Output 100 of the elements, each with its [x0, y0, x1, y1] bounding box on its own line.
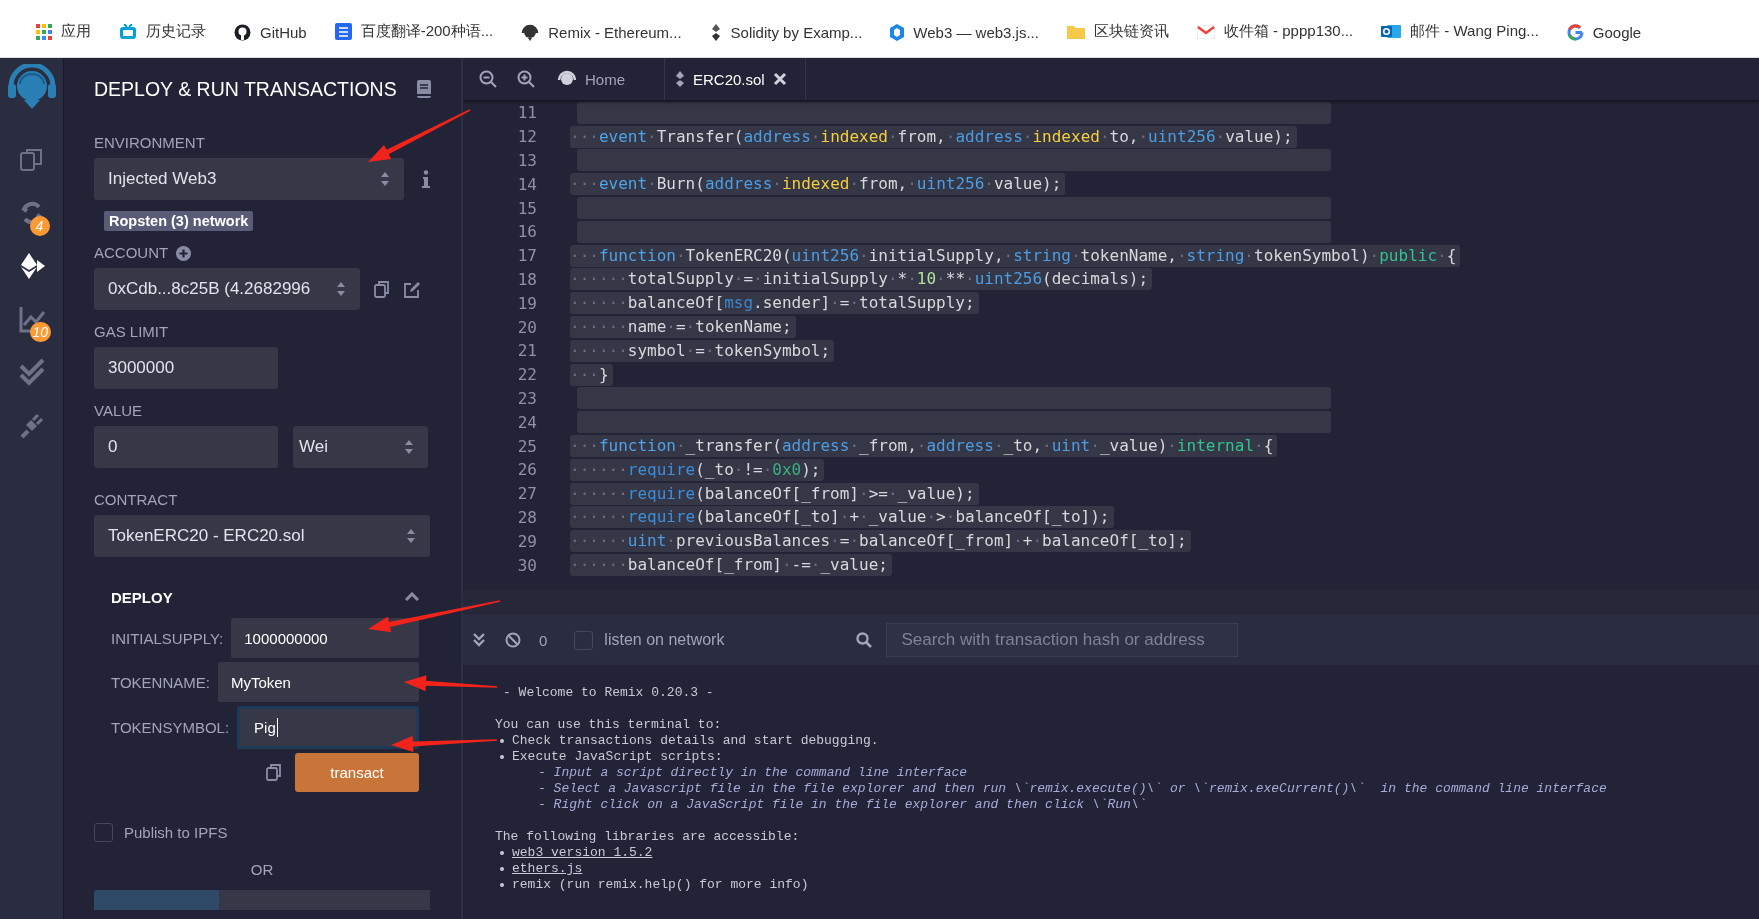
library-link[interactable]: ethers.js	[512, 861, 583, 877]
line-number: 20	[516, 317, 537, 337]
block-icon[interactable]	[505, 632, 521, 648]
close-icon[interactable]	[772, 72, 787, 86]
copy-icon[interactable]	[374, 280, 389, 298]
line-number: 18	[516, 269, 537, 289]
double-check-icon[interactable]	[17, 358, 46, 386]
book-icon[interactable]	[416, 80, 431, 98]
field-label: CONTRACT	[94, 491, 178, 509]
add-icon[interactable]	[176, 245, 192, 261]
account-select[interactable]: 0xCdb...8c25B (4.2682996	[94, 268, 360, 310]
count-badge: 10	[29, 322, 52, 342]
checkbox[interactable]	[574, 630, 594, 650]
panel-title: DEPLOY & RUN TRANSACTIONS	[94, 77, 397, 101]
line-number: 29	[516, 531, 537, 551]
bookmark-link[interactable]: Solidity by Examp...	[699, 22, 873, 43]
updown-icon	[406, 528, 416, 544]
bullet-icon	[500, 755, 504, 759]
grid-icon	[36, 23, 52, 40]
chevrons-down-icon[interactable]	[473, 633, 485, 647]
folder-icon	[1066, 24, 1085, 39]
terminal-text: remix (run remix.help() for more info)	[512, 877, 809, 893]
updown-icon	[380, 171, 390, 187]
terminal-text: Execute JavaScript scripts:	[512, 749, 723, 765]
param-label: TOKENSYMBOL:	[111, 719, 230, 736]
logo-icon	[5, 64, 58, 110]
bookmark-link[interactable]: 历史记录	[109, 20, 216, 43]
environment-select[interactable]: Injected Web3	[94, 158, 404, 200]
checkbox-label: Publish to IPFS	[124, 824, 228, 841]
welcome-text: - Welcome to Remix 0.20.3 -	[503, 685, 714, 701]
terminal-text: Check transactions details and start debugging.	[512, 733, 879, 749]
bookmark-link[interactable]: Web3 — web3.js...	[880, 22, 1049, 43]
line-number: 25	[516, 436, 537, 456]
library-link[interactable]: web3 version 1.5.2	[512, 845, 653, 861]
updown-icon	[336, 281, 346, 297]
bookmark-link[interactable]: 百度翻译-200种语...	[324, 20, 504, 43]
pending-count: 0	[539, 631, 548, 649]
line-number: 28	[516, 507, 537, 527]
bullet-icon	[500, 739, 504, 743]
input-field[interactable]: 3000000	[94, 347, 278, 389]
edit-icon[interactable]	[403, 280, 420, 298]
line-number: 21	[516, 341, 537, 361]
bookmark-link[interactable]: 应用	[26, 20, 101, 43]
bullet-icon	[500, 883, 504, 887]
field-label: ACCOUNT	[94, 244, 169, 262]
translate-icon	[334, 23, 352, 40]
field-label: ENVIRONMENT	[94, 134, 205, 152]
line-number: 19	[516, 293, 537, 313]
bookmark-link[interactable]: 邮件 - Wang Ping...	[1371, 20, 1549, 43]
bookmark-link[interactable]: GitHub	[224, 22, 317, 43]
checkbox[interactable]	[94, 823, 113, 842]
hexagon-icon	[890, 24, 905, 41]
copy-icon[interactable]	[266, 764, 281, 781]
input-field[interactable]: Pig	[237, 706, 419, 749]
search-icon[interactable]	[856, 632, 873, 648]
line-number: 13	[516, 151, 537, 170]
files-icon[interactable]	[18, 147, 45, 173]
terminal-text: You can use this terminal to:	[495, 717, 722, 733]
zoom-out-icon[interactable]	[479, 70, 497, 88]
param-label: TOKENNAME:	[111, 673, 210, 691]
input-field[interactable]: MyToken	[217, 662, 419, 702]
contract-select[interactable]: TokenERC20 - ERC20.sol	[94, 515, 430, 557]
separator-text: OR	[249, 861, 275, 878]
line-number: 14	[516, 174, 537, 194]
line-number: 22	[516, 365, 537, 385]
headset-icon	[557, 70, 577, 88]
zoom-in-icon[interactable]	[517, 70, 535, 88]
count-badge: 4	[29, 216, 50, 236]
bullet-icon	[500, 867, 504, 871]
diamond-icon	[709, 24, 722, 41]
network-badge: Ropsten (3) network	[104, 211, 254, 231]
param-label: INITIALSUPPLY:	[111, 629, 224, 647]
input-field[interactable]: 0	[94, 426, 278, 468]
bookmark-link[interactable]: Remix - Ethereum...	[511, 22, 692, 43]
editor-tab[interactable]: Home	[545, 58, 665, 100]
bookmark-link[interactable]: Google	[1556, 22, 1652, 43]
terminal-text: - Right click on a JavaScript file in the file explorer and then click \`Run\`	[538, 797, 1147, 813]
terminal-text: The following libraries are accessible:	[495, 829, 800, 845]
headset-icon	[521, 24, 540, 41]
input-field[interactable]: 1000000000	[231, 618, 419, 658]
address-field[interactable]	[219, 890, 430, 910]
checkbox-label: listen on network	[604, 631, 725, 649]
line-number: 30	[516, 555, 537, 575]
caret-up-icon[interactable]	[405, 592, 419, 602]
envelope-icon	[1381, 23, 1402, 40]
bookmark-link[interactable]: 收件箱 - pppp130...	[1186, 20, 1364, 43]
info-icon[interactable]	[422, 170, 430, 188]
line-number: 15	[516, 198, 537, 218]
line-number: 23	[516, 388, 537, 408]
terminal-text: - Select a Javascript file in the file explorer and then run \`remix.execute()\` or \`remix.exeCurrent()\` in the command line interface	[538, 781, 1607, 797]
terminal-text: - Input a script directly in the command line interface	[538, 765, 968, 781]
file-type-icon	[675, 71, 685, 87]
line-number: 17	[516, 246, 537, 266]
field-label: VALUE	[94, 402, 143, 420]
bookmark-link[interactable]: 区块链资讯	[1056, 20, 1179, 43]
updown-icon	[404, 439, 414, 455]
line-number: 26	[516, 460, 537, 480]
unit-select[interactable]: Wei	[293, 426, 428, 468]
line-number: 11	[516, 103, 537, 123]
editor-tab[interactable]: ERC20.sol	[665, 58, 806, 100]
